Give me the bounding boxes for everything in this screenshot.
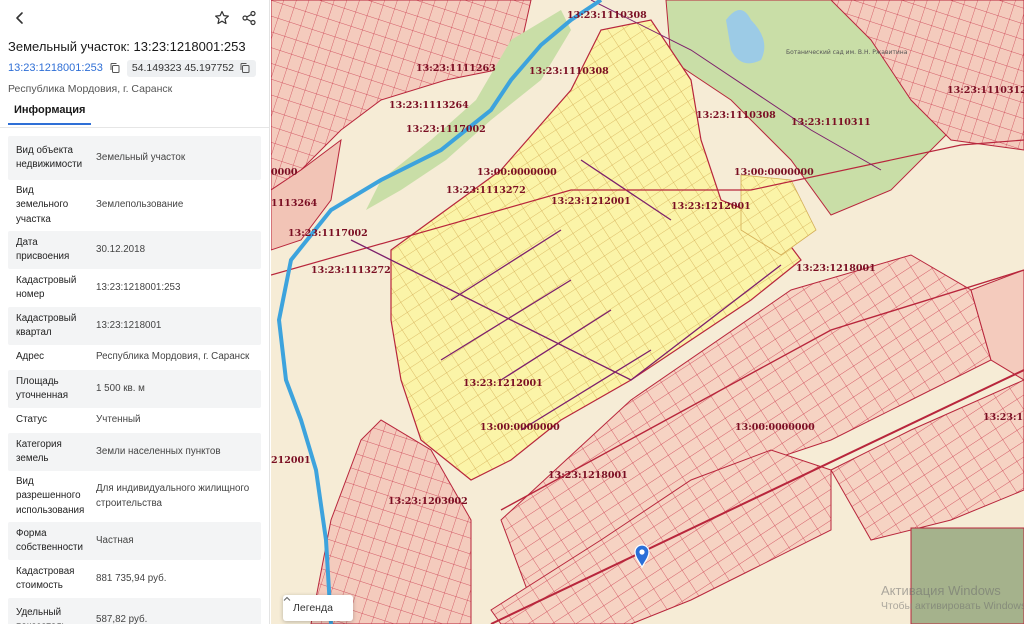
legend-label: Легенда — [293, 602, 333, 614]
share-icon[interactable] — [237, 6, 261, 30]
copy-icon[interactable] — [239, 62, 251, 74]
cadastral-label: 13:23:1110308 — [529, 66, 609, 77]
info-row: Удельный показатель 587,82 руб. — [8, 598, 261, 624]
map-canvas[interactable]: 13:23:1110308 13:23:1110308 13:23:111126… — [271, 0, 1024, 624]
cadastral-label: 13:23:1113272 — [446, 185, 526, 196]
info-label: Вид разрешенного использования — [16, 475, 85, 516]
botanical-garden-label: Ботанический сад им. В.Н. Ржавитина — [786, 49, 908, 56]
info-value: Частная — [96, 534, 134, 546]
info-row: Дата присвоения 30.12.2018 — [8, 231, 261, 269]
identifier-row: 13:23:1218001:253 54.149323 45.197752 — [0, 59, 269, 77]
tab-bar: Информация — [0, 98, 269, 128]
info-row: Кадастровый номер 13:23:1218001:253 — [8, 269, 261, 307]
tab-divider — [0, 127, 269, 128]
cadastral-label: 13:23:1203002 — [388, 496, 468, 507]
cadastral-label: 13:23:1117002 — [406, 124, 486, 135]
star-icon[interactable] — [210, 6, 234, 30]
info-value: 881 735,94 руб. — [96, 572, 167, 584]
info-label: Кадастровый квартал — [16, 312, 77, 339]
address-subtitle: Республика Мордовия, г. Саранск — [8, 83, 173, 95]
page-title: Земельный участок: 13:23:1218001:253 — [8, 39, 246, 54]
cadastral-label: 13:00:0000000 — [477, 167, 557, 178]
cadastral-label: 13:23:1218001 — [548, 470, 628, 481]
info-row: Адрес Республика Мордовия, г. Саранск — [8, 345, 261, 370]
info-value: 13:23:1218001:253 — [96, 281, 181, 293]
info-value: 587,82 руб. — [96, 613, 148, 624]
coordinates-badge[interactable]: 54.149323 45.197752 — [126, 59, 257, 77]
cadastral-label: 13:00:0000000 — [480, 422, 560, 433]
cadastral-label: 13:23:1110308 — [567, 10, 647, 21]
info-label: Вид земельного участка — [16, 184, 69, 225]
cadastral-map[interactable]: 13:23:1110308 13:23:1110308 13:23:111126… — [271, 0, 1024, 624]
info-label: Площадь уточненная — [16, 375, 69, 402]
info-value: Республика Мордовия, г. Саранск — [96, 351, 250, 363]
cadastral-label: 13:23:1212001 — [551, 196, 631, 207]
info-row: Форма собственности Частная — [8, 522, 261, 560]
info-row: Площадь уточненная 1 500 кв. м — [8, 370, 261, 408]
cadastral-label: 13:00:0000000 — [734, 167, 814, 178]
info-value: Землепользование — [96, 199, 184, 211]
info-table: Вид объекта недвижимости Земельный участо… — [0, 128, 269, 624]
info-value: 30.12.2018 — [96, 243, 146, 255]
info-label: Форма собственности — [16, 527, 84, 554]
cadastral-label: 13:23:1110311 — [791, 117, 871, 128]
cadastral-label: 13:23:1117002 — [288, 228, 368, 239]
info-row: Вид объекта недвижимости Земельный участо… — [8, 136, 261, 180]
back-icon[interactable] — [8, 6, 32, 30]
cadastral-label: 212001 — [271, 455, 311, 466]
info-label: Удельный показатель — [16, 606, 67, 624]
chevron-up-icon — [283, 596, 291, 601]
cadastral-label: 13:23:1212001 — [671, 201, 751, 212]
cadastral-number-link[interactable]: 13:23:1218001:253 — [8, 62, 103, 74]
info-label: Кадастровый номер — [16, 274, 77, 301]
cadastral-label: 13:23:1113272 — [311, 265, 391, 276]
info-label: Дата присвоения — [16, 236, 70, 263]
cadastral-label: 13:23:1110308 — [696, 110, 776, 121]
cadastral-label: 13:23:1113264 — [389, 100, 469, 111]
info-row: Кадастровая стоимость 881 735,94 руб. — [8, 560, 261, 598]
cadastral-label: 13:23:1212001 — [463, 378, 543, 389]
info-value: Учтенный — [96, 414, 141, 426]
panel-toolbar — [0, 0, 269, 36]
info-label: Адрес — [16, 351, 45, 363]
info-row: Категория земель Земли населенных пунктов — [8, 433, 261, 471]
info-value: 1 500 кв. м — [96, 382, 145, 394]
cadastral-label: 0000 — [271, 167, 298, 178]
copy-icon[interactable] — [109, 62, 121, 74]
info-value: 13:23:1218001 — [96, 319, 162, 331]
info-value: Для индивидуального жилищного строительс… — [96, 483, 250, 509]
cadastral-label: 13:23:1218001 — [796, 263, 876, 274]
activation-watermark-subtitle: Чтобы активировать Windows — [881, 600, 1024, 612]
cadastral-label: 13:23:1110312 — [947, 85, 1024, 96]
info-row: Статус Учтенный — [8, 408, 261, 433]
info-label: Статус — [16, 414, 47, 426]
info-row: Вид земельного участка Землепользование — [8, 180, 261, 231]
cadastral-label: 1113264 — [271, 198, 318, 209]
info-label: Категория земель — [16, 438, 62, 465]
info-value: Земельный участок — [96, 151, 186, 163]
info-label: Вид объекта недвижимости — [16, 144, 83, 171]
coordinates-text: 54.149323 45.197752 — [131, 62, 235, 74]
cadastral-label: 13:23:1212 — [983, 412, 1024, 423]
info-label: Кадастровая стоимость — [16, 565, 75, 592]
activation-watermark-title: Активация Windows — [881, 583, 1001, 598]
cadastral-label: 13:00:0000000 — [735, 422, 815, 433]
tab-information[interactable]: Информация — [8, 102, 92, 125]
location-pin-icon[interactable] — [634, 544, 650, 568]
info-value: Земли населенных пунктов — [96, 445, 221, 457]
legend-button[interactable]: Легенда — [283, 595, 353, 621]
info-panel: Земельный участок: 13:23:1218001:253 13:… — [0, 0, 270, 624]
info-row: Кадастровый квартал 13:23:1218001 — [8, 307, 261, 345]
cadastral-label: 13:23:1111263 — [416, 63, 496, 74]
info-row: Вид разрешенного использования Для индиви… — [8, 471, 261, 522]
